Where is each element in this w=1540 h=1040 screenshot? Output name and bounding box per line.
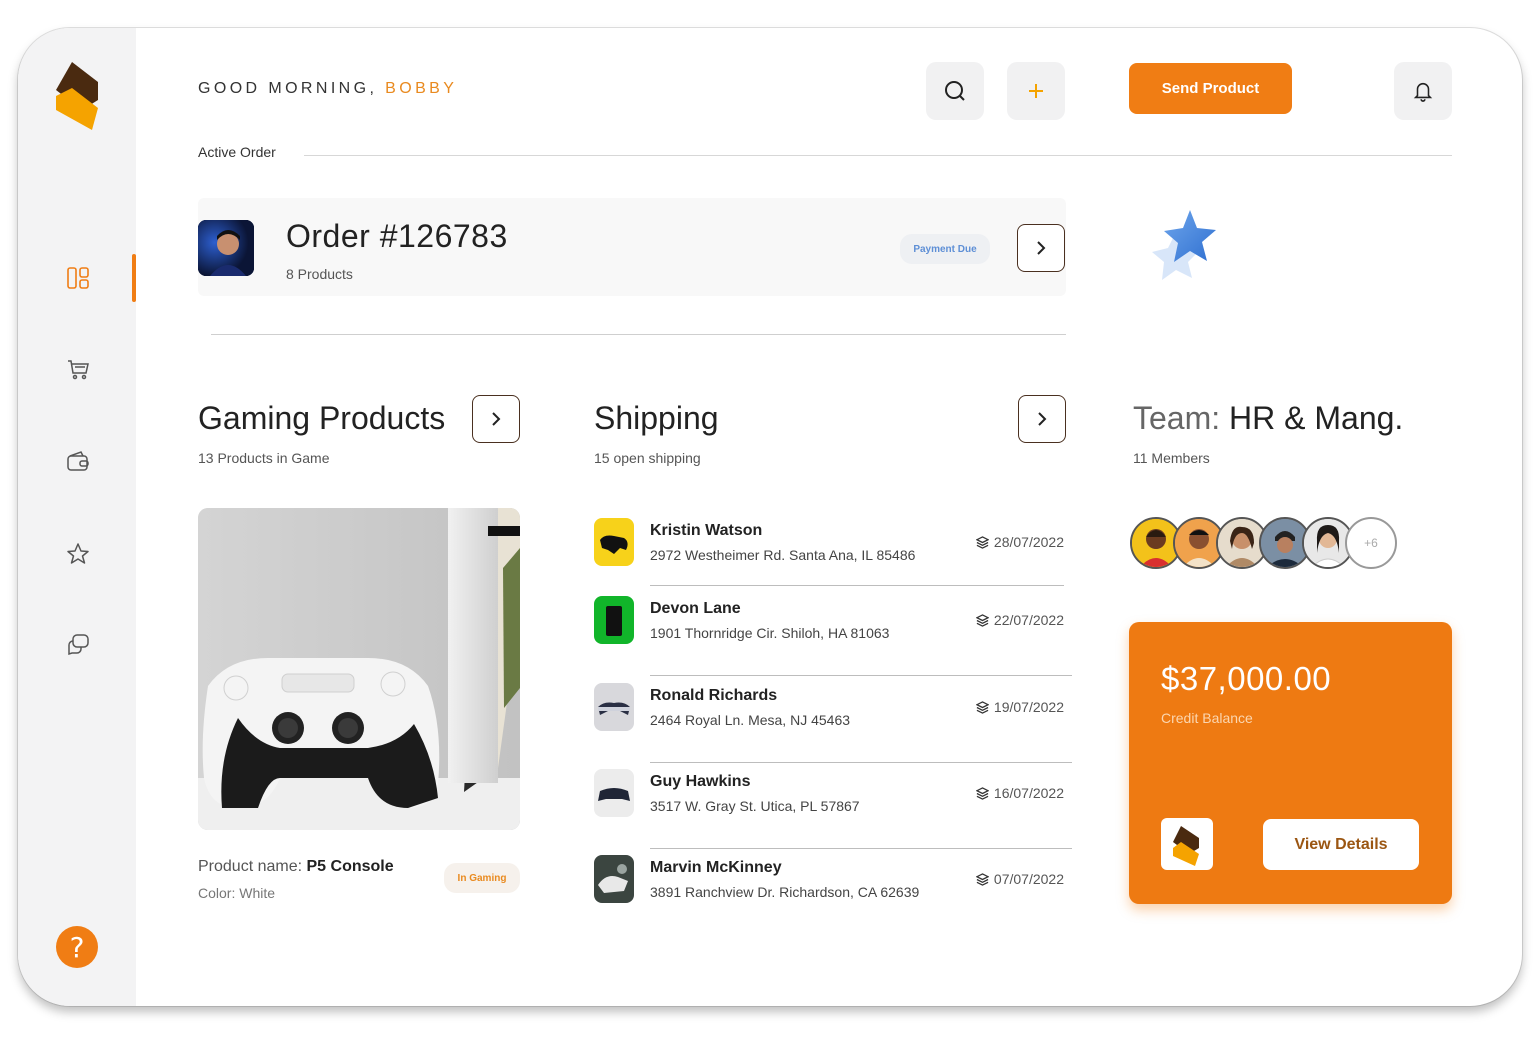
star-icon (67, 543, 89, 564)
credit-label: Credit Balance (1161, 710, 1253, 726)
product-color: Color: White (198, 885, 276, 901)
cart-icon (68, 360, 89, 380)
divider (211, 334, 1066, 335)
shipping-row[interactable]: Devon Lane 1901 Thornridge Cir. Shiloh, … (594, 596, 1072, 676)
chevron-right-icon (1037, 241, 1046, 255)
wallet-icon (67, 451, 89, 471)
shipping-product-thumbnail (594, 855, 634, 903)
shipping-date: 22/07/2022 (975, 612, 1064, 628)
gaming-section-subtitle: 13 Products in Game (198, 450, 330, 466)
recipient-address: 3517 W. Gray St. Utica, PL 57867 (650, 798, 860, 814)
app-logo (56, 62, 98, 130)
nav-cart[interactable] (62, 354, 94, 386)
recipient-address: 1901 Thornridge Cir. Shiloh, HA 81063 (650, 625, 890, 641)
chat-icon (68, 634, 89, 656)
search-icon (945, 81, 965, 101)
add-button[interactable] (1007, 62, 1065, 120)
gaming-more-button[interactable] (472, 395, 520, 443)
shipping-row[interactable]: Guy Hawkins 3517 W. Gray St. Utica, PL 5… (594, 769, 1072, 849)
app-window: ? GOOD MORNING, BOBBY Send Product Activ… (18, 28, 1522, 1006)
nav-dashboard[interactable] (62, 262, 94, 294)
divider (650, 762, 1072, 763)
shipping-product-thumbnail (594, 518, 634, 566)
nav-active-indicator (132, 254, 136, 302)
nav-favorites[interactable] (62, 538, 94, 570)
recipient-address: 3891 Ranchview Dr. Richardson, CA 62639 (650, 884, 920, 900)
shipping-date: 07/07/2022 (975, 871, 1064, 887)
view-details-button[interactable]: View Details (1263, 819, 1419, 870)
recipient-address: 2464 Royal Ln. Mesa, NJ 45463 (650, 712, 851, 728)
order-product-count: 8 Products (286, 266, 353, 282)
layers-icon (975, 613, 989, 627)
credit-balance-card: $37,000.00 Credit Balance View Details (1129, 622, 1452, 904)
order-avatar (198, 220, 254, 276)
credit-amount: $37,000.00 (1161, 660, 1332, 697)
shipping-date: 16/07/2022 (975, 785, 1064, 801)
shipping-product-thumbnail (594, 769, 634, 817)
layers-icon (975, 872, 989, 886)
shipping-row[interactable]: Ronald Richards 2464 Royal Ln. Mesa, NJ … (594, 683, 1072, 763)
nav-messages[interactable] (62, 628, 94, 660)
recipient-address: 2972 Westheimer Rd. Santa Ana, IL 85486 (650, 547, 916, 563)
shipping-date: 28/07/2022 (975, 534, 1064, 550)
gaming-section-title: Gaming Products (198, 400, 446, 436)
divider (650, 675, 1072, 676)
shipping-row[interactable]: Kristin Watson 2972 Westheimer Rd. Santa… (594, 518, 1072, 586)
greeting: GOOD MORNING, BOBBY (198, 80, 458, 97)
shipping-more-button[interactable] (1018, 395, 1066, 443)
star-illustration (1152, 210, 1216, 280)
layers-icon (975, 700, 989, 714)
nav-wallet[interactable] (62, 446, 94, 478)
shipping-product-thumbnail (594, 596, 634, 644)
recipient-name: Guy Hawkins (650, 773, 751, 790)
card-logo (1161, 818, 1213, 870)
divider (650, 585, 1064, 586)
team-member-count: 11 Members (1133, 450, 1210, 466)
recipient-name: Marvin McKinney (650, 859, 782, 876)
order-details-button[interactable] (1017, 224, 1065, 272)
divider (650, 848, 1072, 849)
chevron-right-icon (1038, 412, 1047, 426)
dashboard-icon (67, 267, 89, 289)
shipping-section-subtitle: 15 open shipping (594, 450, 701, 466)
recipient-name: Devon Lane (650, 600, 741, 617)
more-members-button[interactable]: +6 (1345, 517, 1397, 569)
active-order-label: Active Order (198, 144, 276, 160)
shipping-section-title: Shipping (594, 400, 719, 436)
bell-icon (1413, 82, 1433, 102)
team-section-title: Team: HR & Mang. (1133, 400, 1404, 436)
product-name: Product name: P5 Console (198, 858, 394, 875)
category-badge: In Gaming (444, 863, 520, 893)
send-product-button[interactable]: Send Product (1129, 63, 1292, 114)
product-image[interactable] (198, 508, 520, 830)
divider (304, 155, 1452, 156)
layers-icon (975, 786, 989, 800)
recipient-name: Ronald Richards (650, 687, 778, 704)
payment-status-badge: Payment Due (900, 234, 990, 264)
sidebar: ? (18, 28, 136, 1006)
layers-icon (975, 535, 989, 549)
plus-icon (1029, 84, 1043, 98)
shipping-row[interactable]: Marvin McKinney 3891 Ranchview Dr. Richa… (594, 855, 1072, 919)
order-title: Order #126783 (286, 218, 508, 254)
search-button[interactable] (926, 62, 984, 120)
recipient-name: Kristin Watson (650, 522, 763, 539)
active-order-card[interactable]: Order #126783 8 Products Payment Due (198, 198, 1066, 296)
shipping-date: 19/07/2022 (975, 699, 1064, 715)
help-button[interactable]: ? (56, 926, 98, 968)
shipping-product-thumbnail (594, 683, 634, 731)
chevron-right-icon (492, 412, 501, 426)
notifications-button[interactable] (1394, 62, 1452, 120)
